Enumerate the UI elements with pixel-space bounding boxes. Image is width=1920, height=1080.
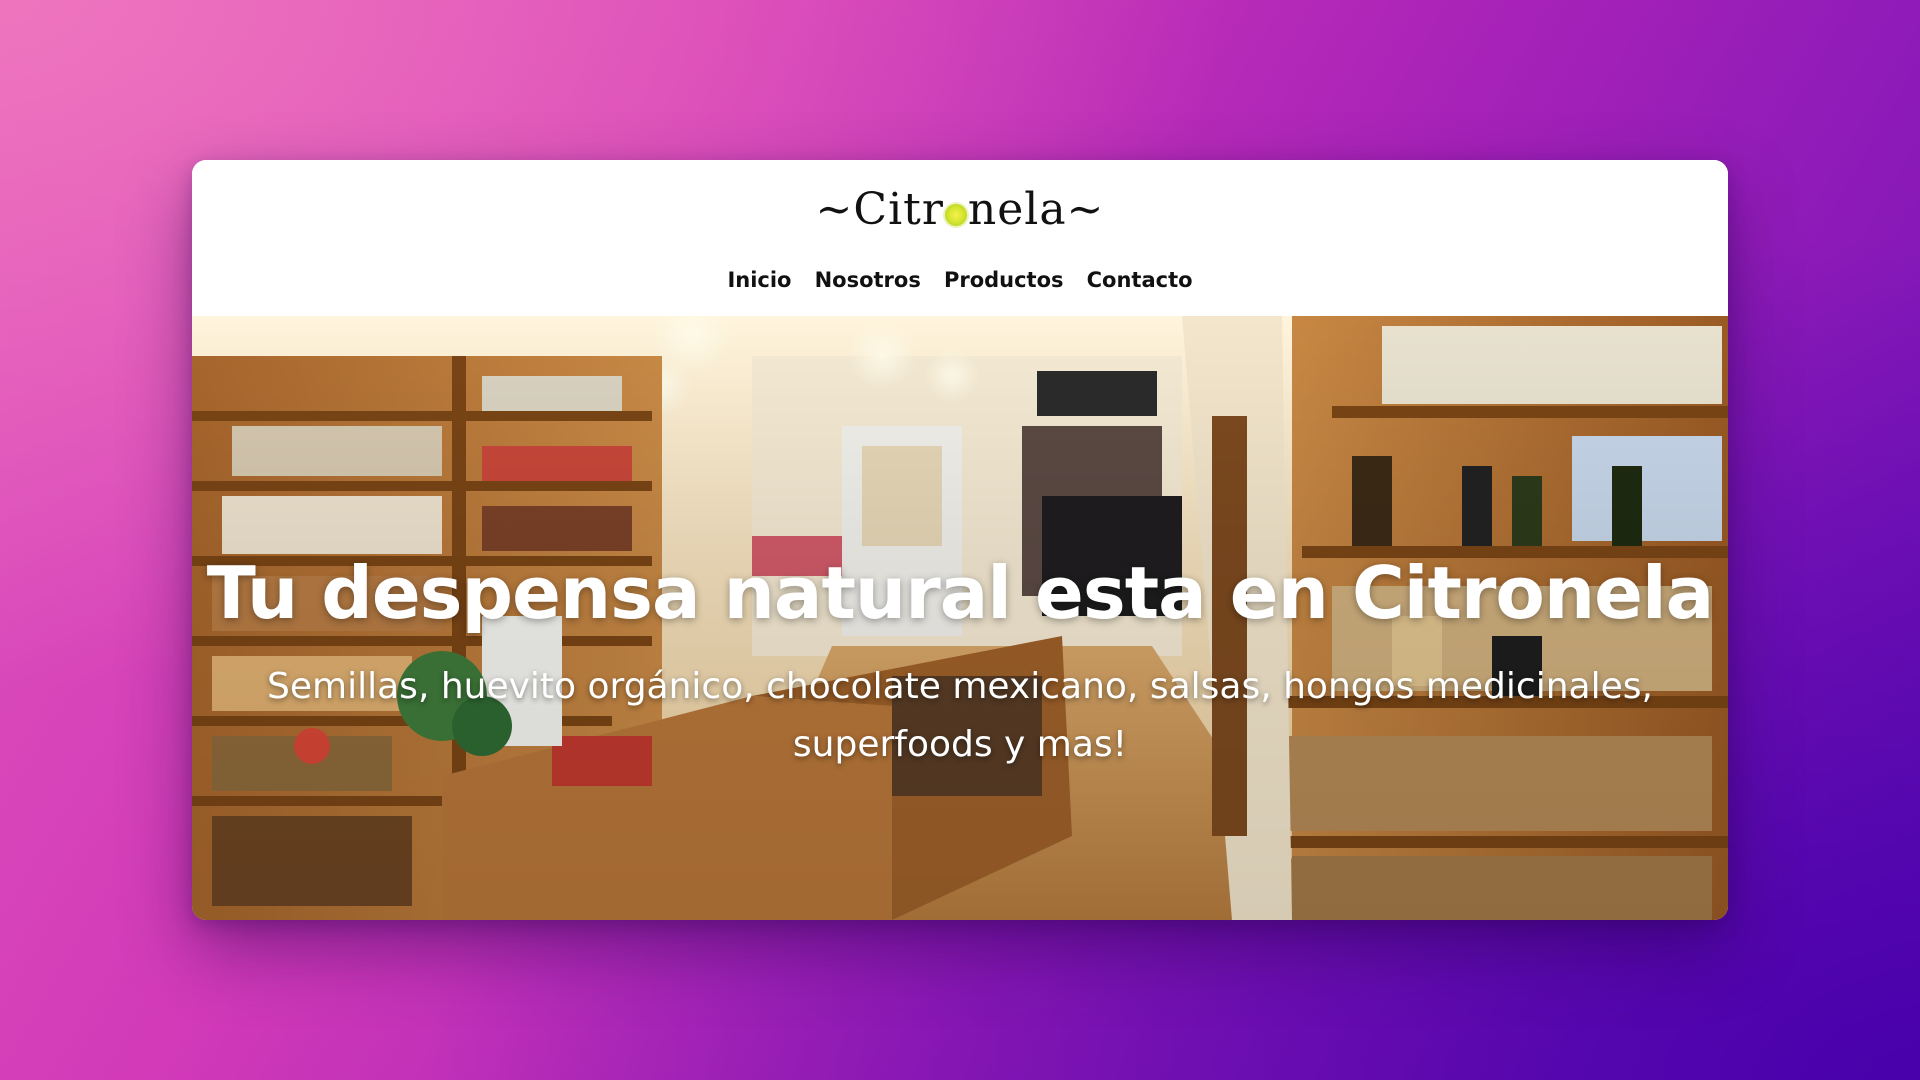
hero-title: Tu despensa natural esta en Citronela xyxy=(206,551,1714,635)
lemon-slice-icon xyxy=(944,204,967,226)
browser-window: ~Citr nela~ Inicio Nosotros Productos Con… xyxy=(192,160,1728,920)
site-logo[interactable]: ~Citr nela~ xyxy=(192,180,1728,240)
hero-subtitle: Semillas, huevito orgánico, chocolate me… xyxy=(267,666,1653,765)
main-nav: Inicio Nosotros Productos Contacto xyxy=(192,268,1728,292)
site-header: ~Citr nela~ Inicio Nosotros Productos Con… xyxy=(192,160,1728,316)
logo-text-end: nela~ xyxy=(967,184,1105,235)
nav-link-inicio[interactable]: Inicio xyxy=(727,268,791,292)
logo-text-start: ~Citr xyxy=(815,184,944,235)
nav-link-nosotros[interactable]: Nosotros xyxy=(815,268,921,292)
hero-section: Tu despensa natural esta en Citronela Se… xyxy=(192,316,1728,920)
nav-link-productos[interactable]: Productos xyxy=(944,268,1064,292)
nav-link-contacto[interactable]: Contacto xyxy=(1087,268,1193,292)
